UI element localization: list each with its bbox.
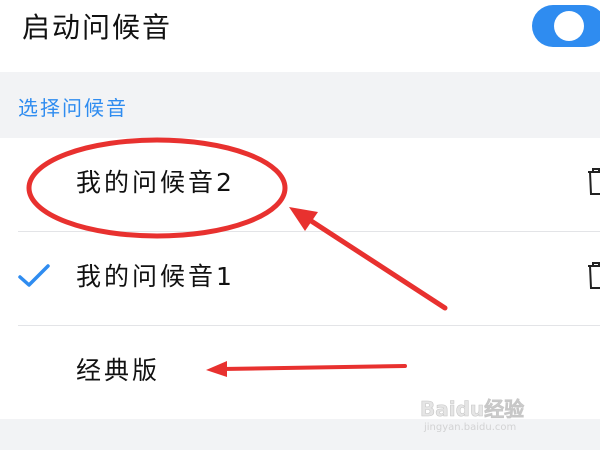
section-header: 选择问候音 — [0, 72, 600, 138]
check-icon — [18, 264, 50, 287]
list-item-label: 我的问候音2 — [76, 168, 235, 197]
toggle-knob — [554, 11, 584, 41]
greeting-list: 我的问候音2 我的问候音1 经典版 — [0, 138, 600, 419]
toggle-label: 启动问候音 — [22, 11, 173, 44]
list-item-label: 我的问候音1 — [76, 262, 235, 291]
section-title: 选择问候音 — [18, 96, 128, 120]
list-item-greeting-1[interactable]: 我的问候音1 — [0, 232, 600, 325]
baidu-logo-icon: Baidu经验 jingyan.baidu.com — [420, 397, 525, 433]
trash-icon[interactable] — [586, 260, 600, 290]
greeting-toggle-row: 启动问候音 — [0, 0, 600, 72]
baidu-watermark: Baidu经验 jingyan.baidu.com — [420, 392, 570, 433]
watermark-text: Baidu经验 — [420, 397, 524, 421]
trash-icon[interactable] — [586, 166, 600, 196]
watermark-subtext: jingyan.baidu.com — [423, 422, 516, 432]
greeting-toggle-switch[interactable] — [532, 5, 600, 47]
list-item-label: 经典版 — [76, 356, 161, 385]
list-item-greeting-2[interactable]: 我的问候音2 — [0, 138, 600, 231]
